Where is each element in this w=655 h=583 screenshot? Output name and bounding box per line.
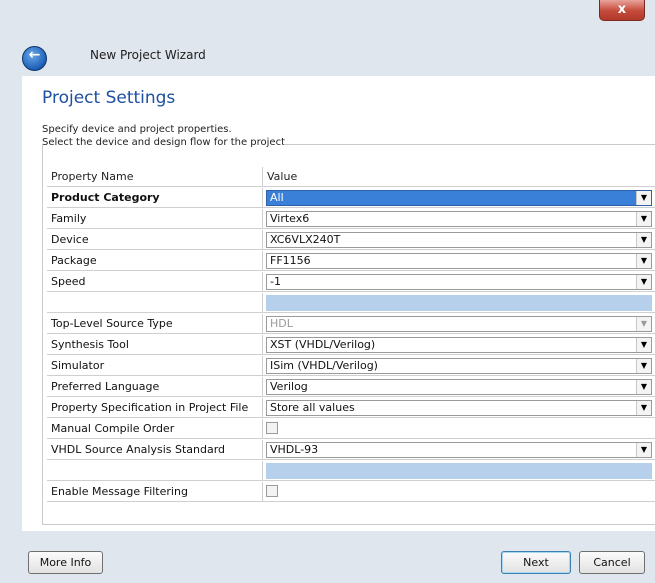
product-category-select[interactable]: All ▼ (266, 190, 652, 206)
title-bar: x (0, 0, 655, 28)
property-label: Product Category (47, 188, 263, 208)
grid-row-top-level-source-type: Top-Level Source Type HDL ▼ (47, 314, 655, 335)
group-divider (284, 144, 655, 145)
grid-row-property-specification[interactable]: Property Specification in Project File S… (47, 398, 655, 419)
synthesis-tool-select[interactable]: XST (VHDL/Verilog) ▼ (266, 337, 652, 353)
package-select[interactable]: FF1156 ▼ (266, 253, 652, 269)
column-header-value: Value (263, 167, 655, 187)
property-label: VHDL Source Analysis Standard (47, 440, 263, 460)
page-title: Project Settings (42, 88, 176, 108)
column-header-property: Property Name (47, 167, 263, 187)
blank-value-bar (266, 295, 652, 311)
group-border-left (42, 144, 43, 524)
close-button[interactable]: x (599, 0, 645, 21)
property-label: Top-Level Source Type (47, 314, 263, 334)
wizard-title: New Project Wizard (90, 48, 206, 62)
property-label: Speed (47, 272, 263, 292)
property-label: Device (47, 230, 263, 250)
vhdl-standard-select[interactable]: VHDL-93 ▼ (266, 442, 652, 458)
property-label: Property Specification in Project File (47, 398, 263, 418)
grid-header-row: Property Name Value (47, 167, 655, 188)
select-value: VHDL-93 (270, 443, 319, 456)
button-bar: More Info Next Cancel (0, 531, 655, 583)
grid-row-preferred-language[interactable]: Preferred Language Verilog ▼ (47, 377, 655, 398)
select-value: All (270, 191, 284, 204)
page-subdescription: Select the device and design flow for th… (42, 137, 285, 148)
property-label: Manual Compile Order (47, 419, 263, 439)
manual-compile-order-checkbox[interactable] (266, 422, 278, 434)
chevron-down-icon[interactable]: ▼ (636, 212, 651, 226)
chevron-down-icon[interactable]: ▼ (636, 275, 651, 289)
content-panel: Project Settings Specify device and proj… (22, 76, 655, 531)
grid-row-package[interactable]: Package FF1156 ▼ (47, 251, 655, 272)
grid-row-family[interactable]: Family Virtex6 ▼ (47, 209, 655, 230)
property-specification-select[interactable]: Store all values ▼ (266, 400, 652, 416)
grid-row-speed[interactable]: Speed -1 ▼ (47, 272, 655, 293)
back-arrow-icon[interactable]: ← (22, 46, 47, 71)
chevron-down-icon[interactable]: ▼ (636, 191, 651, 205)
more-info-button[interactable]: More Info (28, 551, 103, 574)
blank-label (47, 293, 263, 313)
select-value: XC6VLX240T (270, 233, 341, 246)
simulator-select[interactable]: ISim (VHDL/Verilog) ▼ (266, 358, 652, 374)
blank-label (47, 461, 263, 481)
device-select[interactable]: XC6VLX240T ▼ (266, 232, 652, 248)
select-value: HDL (270, 317, 293, 330)
property-label: Simulator (47, 356, 263, 376)
property-label: Family (47, 209, 263, 229)
grid-row-blank (47, 293, 655, 314)
property-grid: Property Name Value Product Category All… (47, 167, 655, 503)
grid-row-vhdl-standard[interactable]: VHDL Source Analysis Standard VHDL-93 ▼ (47, 440, 655, 461)
chevron-down-icon[interactable]: ▼ (636, 233, 651, 247)
grid-row-device[interactable]: Device XC6VLX240T ▼ (47, 230, 655, 251)
select-value: FF1156 (270, 254, 311, 267)
preferred-language-select[interactable]: Verilog ▼ (266, 379, 652, 395)
cancel-button[interactable]: Cancel (579, 551, 645, 574)
group-border-bottom (42, 524, 655, 525)
grid-row-synthesis-tool[interactable]: Synthesis Tool XST (VHDL/Verilog) ▼ (47, 335, 655, 356)
property-label: Preferred Language (47, 377, 263, 397)
chevron-down-icon[interactable]: ▼ (636, 380, 651, 394)
grid-row-product-category[interactable]: Product Category All ▼ (47, 188, 655, 209)
chevron-down-icon: ▼ (636, 317, 651, 331)
page-description: Specify device and project properties. (42, 124, 232, 135)
chevron-down-icon[interactable]: ▼ (636, 359, 651, 373)
enable-message-filtering-checkbox[interactable] (266, 485, 278, 497)
select-value: -1 (270, 275, 281, 288)
speed-select[interactable]: -1 ▼ (266, 274, 652, 290)
chevron-down-icon[interactable]: ▼ (636, 254, 651, 268)
chevron-down-icon[interactable]: ▼ (636, 401, 651, 415)
grid-row-simulator[interactable]: Simulator ISim (VHDL/Verilog) ▼ (47, 356, 655, 377)
property-label: Enable Message Filtering (47, 482, 263, 502)
select-value: XST (VHDL/Verilog) (270, 338, 376, 351)
select-value: Store all values (270, 401, 355, 414)
family-select[interactable]: Virtex6 ▼ (266, 211, 652, 227)
chevron-down-icon[interactable]: ▼ (636, 338, 651, 352)
property-label: Package (47, 251, 263, 271)
chevron-down-icon[interactable]: ▼ (636, 443, 651, 457)
grid-row-enable-message-filtering[interactable]: Enable Message Filtering (47, 482, 655, 503)
next-button[interactable]: Next (501, 551, 571, 574)
select-value: Virtex6 (270, 212, 310, 225)
wizard-header: ← New Project Wizard (0, 28, 655, 76)
grid-row-manual-compile-order[interactable]: Manual Compile Order (47, 419, 655, 440)
top-level-source-type-select: HDL ▼ (266, 316, 652, 332)
select-value: Verilog (270, 380, 308, 393)
blank-value-bar (266, 463, 652, 479)
property-label: Synthesis Tool (47, 335, 263, 355)
select-value: ISim (VHDL/Verilog) (270, 359, 378, 372)
wizard-window: x ← New Project Wizard Project Settings … (0, 0, 655, 583)
grid-row-blank-2 (47, 461, 655, 482)
